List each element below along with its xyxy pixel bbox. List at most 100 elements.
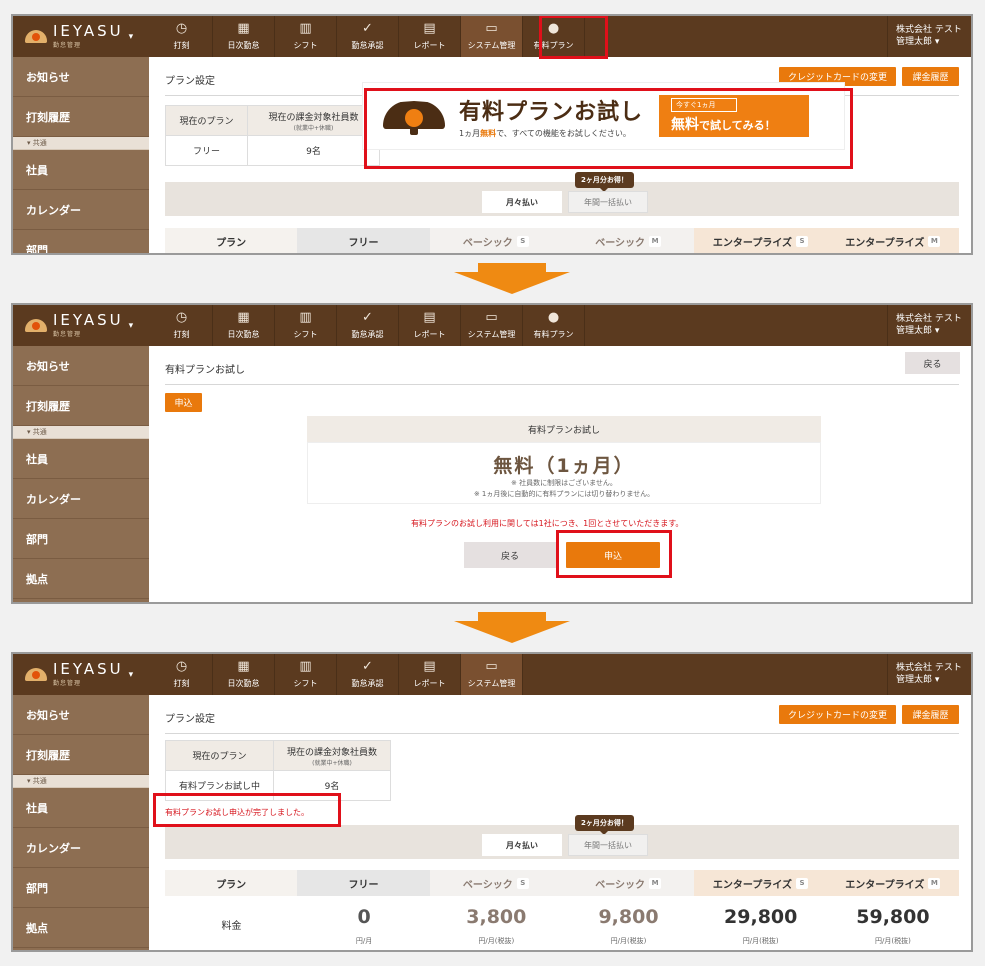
payment-tabs-band (165, 182, 959, 216)
sidebar-item-news[interactable]: お知らせ (13, 346, 149, 386)
sidebar-item-employees[interactable]: 社員 (13, 439, 149, 479)
sidebar-item-news[interactable]: お知らせ (13, 695, 149, 735)
nav-shift[interactable]: ▥ シフト (275, 305, 337, 346)
nav-report[interactable]: ▤ レポート (399, 305, 461, 346)
size-badge: M (649, 235, 662, 247)
back-button-bottom[interactable]: 戻る (464, 542, 556, 568)
plan-col-enterprise-m: エンタープライズ M (826, 870, 959, 896)
tab-yearly[interactable]: 年間一括払い (568, 191, 648, 213)
billing-history-button[interactable]: 課金履歴 (902, 67, 959, 86)
nav-daily[interactable]: ▦ 日次勤怠 (213, 16, 275, 57)
col-text: ベーシック (595, 237, 646, 249)
company-menu[interactable]: 株式会社 テスト 管理太郎 ▾ (887, 305, 971, 346)
check-icon: ✓ (362, 21, 373, 36)
sidebar-group-common[interactable]: ▾ 共通 (13, 137, 149, 150)
trial-note-2: ※ 1ヵ月後に自動的に有料プランには切り替わりません。 (473, 490, 655, 498)
billing-history-button[interactable]: 課金履歴 (902, 705, 959, 724)
logo[interactable]: IEYASU 勤怠管理 ▾ (13, 305, 151, 346)
sidebar-item-punch-history[interactable]: 打刻履歴 (13, 386, 149, 426)
plan-col-basic-s: ベーシック S (429, 228, 562, 253)
tab-monthly[interactable]: 月々払い (482, 191, 562, 213)
main-nav: ◷ 打刻 ▦ 日次勤怠 ▥ シフト ✓ 勤怠承認 ▤ レポート ▭ システム管理 ● 有料プラ… (151, 16, 585, 57)
nav-approval[interactable]: ✓ 勤怠承認 (337, 654, 399, 695)
page-title: プラン設定 (165, 76, 215, 87)
nav-daily[interactable]: ▦ 日次勤怠 (213, 654, 275, 695)
user-icon: ● (547, 310, 560, 325)
nav-system[interactable]: ▭ システム管理 (461, 305, 523, 346)
nav-label: 勤怠承認 (351, 679, 384, 688)
sidebar: お知らせ 打刻履歴 ▾ 共通 社員 カレンダー 部門 (13, 57, 149, 253)
sidebar-item-calendar[interactable]: カレンダー (13, 190, 149, 230)
logo-text: IEYASU (53, 311, 124, 329)
company-menu[interactable]: 株式会社 テスト 管理太郎 ▾ (887, 16, 971, 57)
price-unit: 円/月(税抜) (742, 937, 779, 945)
chevron-down-icon[interactable]: ▾ (129, 670, 134, 680)
nav-system[interactable]: ▭ システム管理 (461, 16, 523, 57)
sidebar-item-departments[interactable]: 部門 (13, 230, 149, 254)
sidebar-item-locations[interactable]: 拠点 (13, 908, 149, 948)
calendar-icon: ▦ (237, 659, 250, 674)
sidebar-group-common[interactable]: ▾ 共通 (13, 775, 149, 788)
price-row: 料金 0 円/月 3,800 円/月(税抜) 9,800 円/月(税抜) 29,800… (165, 896, 959, 950)
trial-price: 無料（1ヵ月） (493, 455, 635, 477)
th-current-plan: 現在のプラン (165, 105, 248, 136)
sidebar-item-departments[interactable]: 部門 (13, 868, 149, 908)
chevron-down-icon[interactable]: ▾ (129, 321, 134, 331)
nav-system[interactable]: ▭ システム管理 (461, 654, 523, 695)
sidebar-item-calendar[interactable]: カレンダー (13, 828, 149, 868)
sidebar-item-punch-history[interactable]: 打刻履歴 (13, 97, 149, 137)
nav-label: システム管理 (467, 330, 516, 339)
nav-label: システム管理 (467, 41, 516, 50)
document-icon: ▤ (423, 659, 436, 674)
plan-col-free: フリー (297, 228, 430, 253)
nav-paid-plan[interactable]: ● 有料プラン (523, 305, 585, 346)
nav-report[interactable]: ▤ レポート (399, 16, 461, 57)
sidebar-group-common[interactable]: ▾ 共通 (13, 426, 149, 439)
nav-punch[interactable]: ◷ 打刻 (151, 16, 213, 57)
apply-button-small[interactable]: 申込 (165, 393, 202, 412)
company-menu[interactable]: 株式会社 テスト 管理太郎 ▾ (887, 654, 971, 695)
trial-info-box: 有料プランお試し 無料（1ヵ月） ※ 社員数に制限はございません。 ※ 1ヵ月後… (307, 416, 821, 504)
sidebar-item-employees[interactable]: 社員 (13, 788, 149, 828)
nav-daily[interactable]: ▦ 日次勤怠 (213, 305, 275, 346)
tab-monthly[interactable]: 月々払い (482, 834, 562, 856)
page-title: 有料プランお試し (165, 365, 245, 376)
col-text: ベーシック (462, 879, 513, 891)
price-unit: 円/月(税抜) (478, 937, 515, 945)
sidebar-item-employees[interactable]: 社員 (13, 150, 149, 190)
change-credit-card-button[interactable]: クレジットカードの変更 (779, 705, 896, 724)
nav-shift[interactable]: ▥ シフト (275, 16, 337, 57)
sidebar-item-calendar[interactable]: カレンダー (13, 479, 149, 519)
price-label: 料金 (221, 920, 242, 932)
chevron-down-icon[interactable]: ▾ (129, 32, 134, 42)
nav-label: 勤怠承認 (351, 330, 384, 339)
nav-shift[interactable]: ▥ シフト (275, 654, 337, 695)
nav-approval[interactable]: ✓ 勤怠承認 (337, 305, 399, 346)
nav-approval[interactable]: ✓ 勤怠承認 (337, 16, 399, 57)
sidebar-item-locations[interactable]: 拠点 (13, 559, 149, 599)
nav-label: シフト (293, 330, 318, 339)
sidebar: お知らせ 打刻履歴 ▾ 共通 社員 カレンダー 部門 拠点 (13, 346, 149, 602)
current-plan-value: フリー (165, 135, 248, 166)
nav-punch[interactable]: ◷ 打刻 (151, 654, 213, 695)
th-current-plan: 現在のプラン (165, 740, 274, 771)
col-text: エンタープライズ (845, 879, 925, 891)
nav-punch[interactable]: ◷ 打刻 (151, 305, 213, 346)
logo[interactable]: IEYASU 勤怠管理 ▾ (13, 16, 151, 57)
plan-col-enterprise-s: エンタープライズ S (694, 228, 827, 253)
col-text: ベーシック (595, 879, 646, 891)
size-badge: M (928, 235, 941, 247)
price-basic-s: 3,800 円/月(税抜) (430, 896, 562, 950)
divider (165, 733, 959, 734)
nav-report[interactable]: ▤ レポート (399, 654, 461, 695)
logo-subtitle: 勤怠管理 (53, 42, 82, 49)
tab-yearly[interactable]: 年間一括払い (568, 834, 648, 856)
sidebar-item-punch-history[interactable]: 打刻履歴 (13, 735, 149, 775)
price-value: 3,800 (466, 906, 527, 928)
sidebar: お知らせ 打刻履歴 ▾ 共通 社員 カレンダー 部門 拠点 (13, 695, 149, 950)
logo[interactable]: IEYASU 勤怠管理 ▾ (13, 654, 151, 695)
clock-icon: ◷ (175, 659, 188, 674)
sidebar-item-departments[interactable]: 部門 (13, 519, 149, 559)
back-button[interactable]: 戻る (905, 352, 960, 374)
sidebar-item-news[interactable]: お知らせ (13, 57, 149, 97)
